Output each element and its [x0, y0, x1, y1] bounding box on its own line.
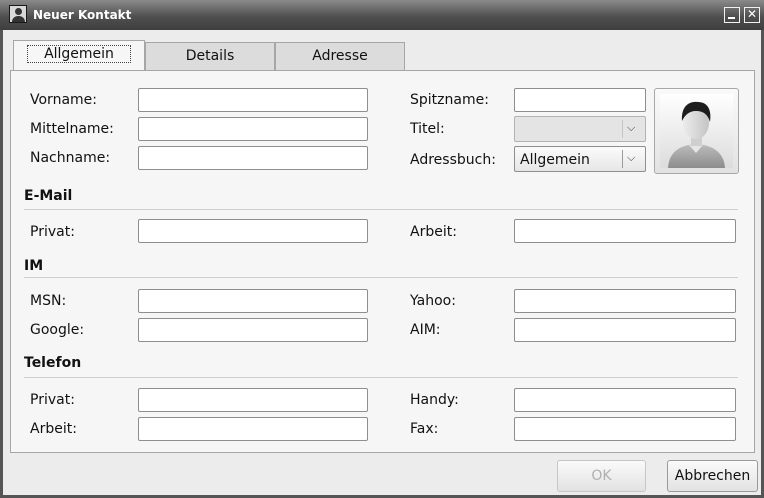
contact-icon	[9, 5, 27, 23]
adressbuch-combobox[interactable]: Allgemein ⌵	[514, 146, 646, 172]
google-label: Google:	[30, 322, 85, 338]
tab-adresse[interactable]: Adresse	[275, 42, 405, 70]
im-section-heading: IM	[24, 258, 44, 274]
nachname-label: Nachname:	[30, 150, 111, 166]
vorname-field[interactable]	[138, 88, 368, 112]
yahoo-label: Yahoo:	[410, 293, 456, 309]
aim-label: AIM:	[410, 322, 441, 338]
close-icon[interactable]: ✕	[744, 7, 760, 23]
nachname-field[interactable]	[138, 146, 368, 170]
cancel-button[interactable]: Abbrechen	[667, 460, 758, 492]
im-divider	[24, 277, 738, 278]
titel-combobox[interactable]: ⌵	[514, 116, 646, 142]
chevron-down-icon: ⌵	[627, 121, 636, 134]
spitzname-label: Spitzname:	[410, 92, 489, 108]
window-title: Neuer Kontakt	[33, 8, 132, 22]
tab-adresse-label: Adresse	[312, 48, 368, 64]
email-arbeit-label: Arbeit:	[410, 224, 457, 240]
adressbuch-label: Adressbuch:	[410, 152, 496, 168]
yahoo-field[interactable]	[514, 289, 736, 313]
msn-label: MSN:	[30, 293, 67, 309]
aim-field[interactable]	[514, 318, 736, 342]
person-avatar-icon	[660, 94, 733, 168]
email-privat-label: Privat:	[30, 224, 75, 240]
chevron-down-icon: ⌵	[627, 151, 636, 164]
title-bar: Neuer Kontakt ✕	[0, 0, 764, 30]
telefon-privat-label: Privat:	[30, 392, 75, 408]
email-privat-field[interactable]	[138, 219, 368, 243]
ok-button[interactable]: OK	[557, 460, 646, 492]
fax-field[interactable]	[514, 417, 736, 441]
handy-field[interactable]	[514, 388, 736, 412]
email-arbeit-field[interactable]	[514, 219, 736, 243]
email-divider	[24, 209, 738, 210]
tab-allgemein[interactable]: Allgemein	[13, 40, 145, 70]
telefon-privat-field[interactable]	[138, 388, 368, 412]
tab-details[interactable]: Details	[145, 42, 275, 70]
mittelname-label: Mittelname:	[30, 121, 114, 137]
spitzname-field[interactable]	[514, 88, 646, 112]
email-section-heading: E-Mail	[24, 188, 73, 204]
minimize-icon[interactable]	[724, 7, 740, 23]
telefon-arbeit-field[interactable]	[138, 417, 368, 441]
tab-allgemein-label: Allgemein	[27, 45, 131, 63]
msn-field[interactable]	[138, 289, 368, 313]
contact-photo-button[interactable]	[654, 88, 739, 174]
telefon-divider	[24, 377, 738, 378]
telefon-section-heading: Telefon	[24, 355, 82, 371]
titel-label: Titel:	[410, 121, 445, 137]
handy-label: Handy:	[410, 392, 459, 408]
telefon-arbeit-label: Arbeit:	[30, 421, 77, 437]
adressbuch-combobox-value: Allgemein	[520, 152, 590, 168]
mittelname-field[interactable]	[138, 117, 368, 141]
google-field[interactable]	[138, 318, 368, 342]
vorname-label: Vorname:	[30, 92, 97, 108]
fax-label: Fax:	[410, 421, 439, 437]
tab-details-label: Details	[185, 48, 235, 64]
